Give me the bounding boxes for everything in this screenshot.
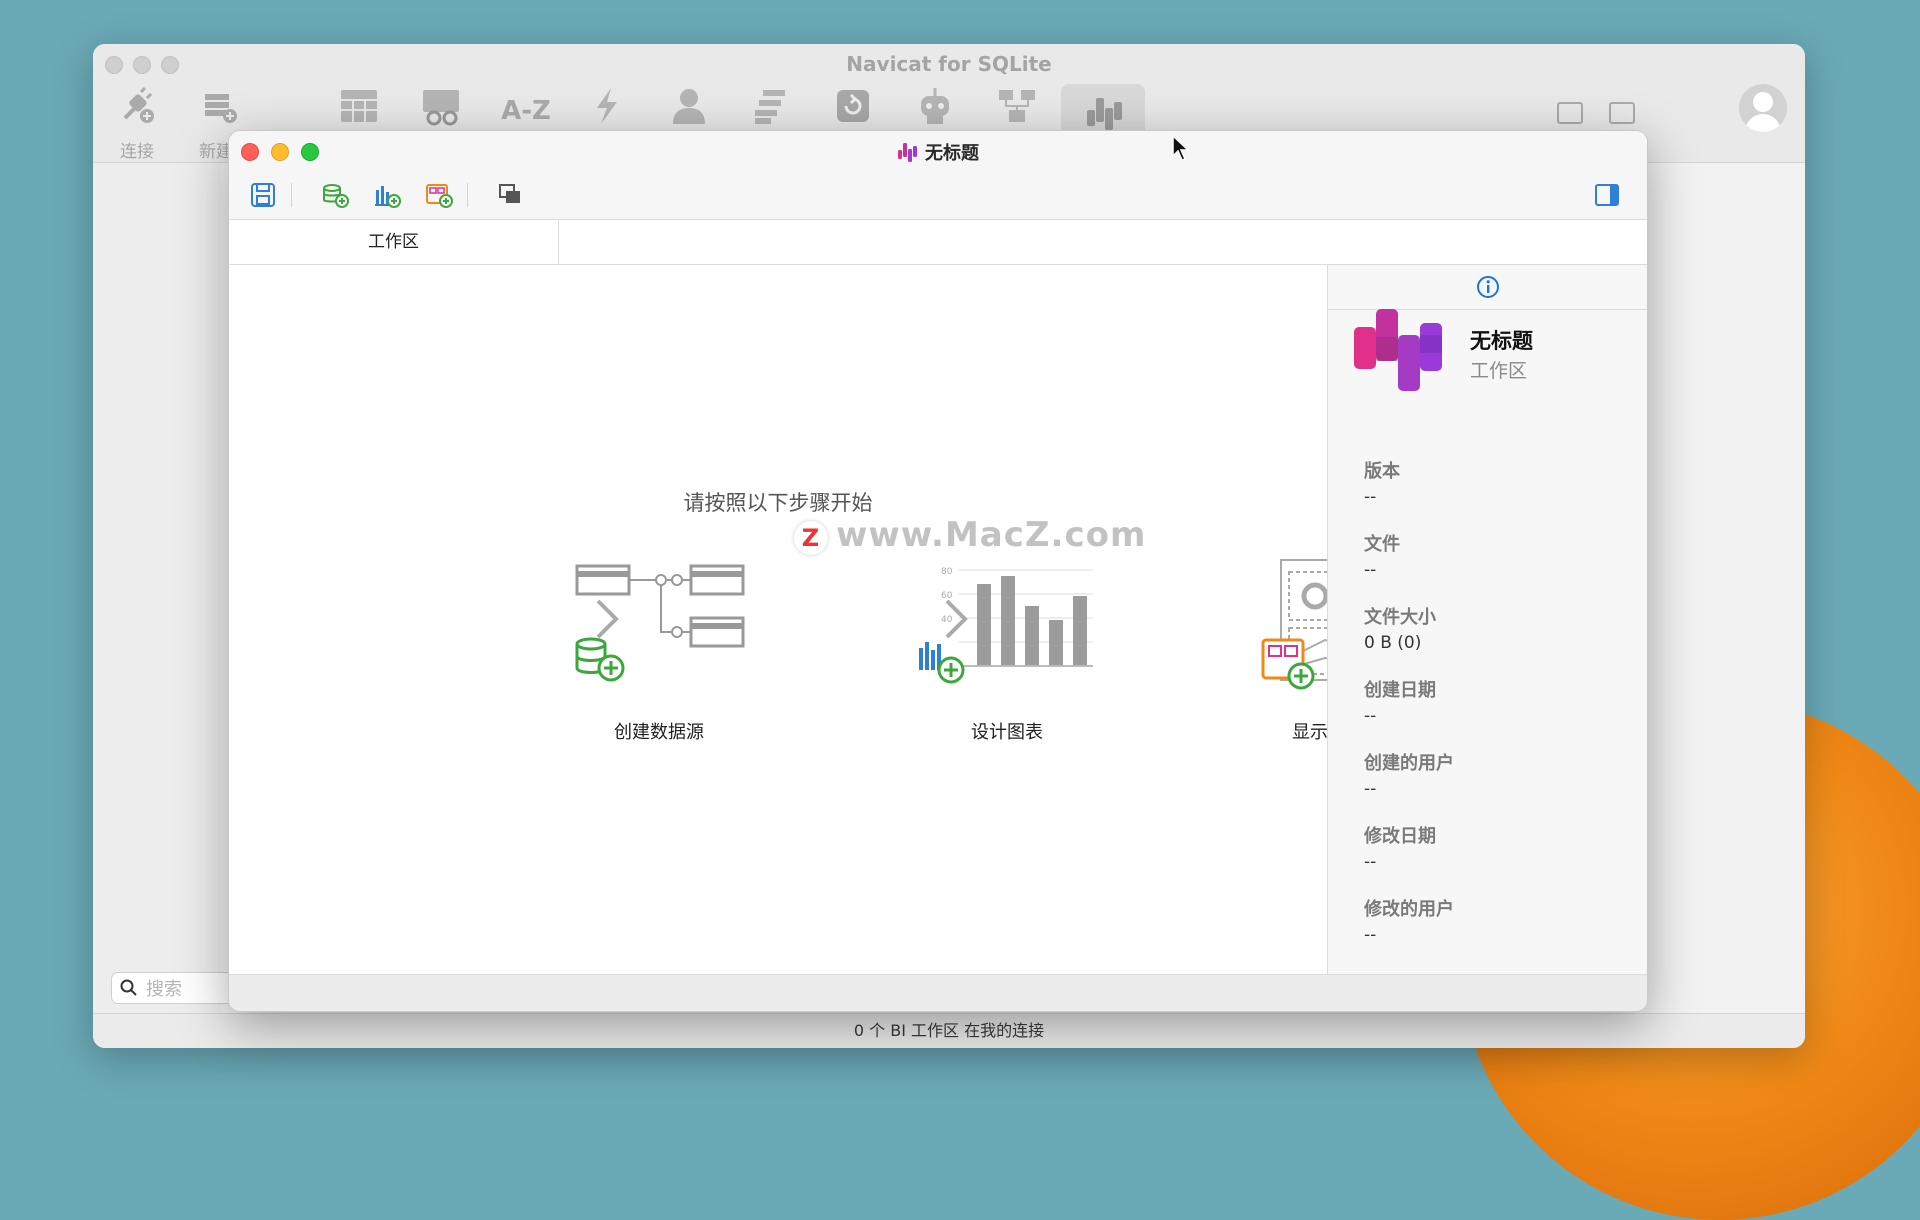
property-row: 创建日期 -- [1364, 676, 1454, 749]
automation-icon [921, 88, 949, 124]
property-value: -- [1364, 560, 1377, 580]
toolbar-connect-label: 连接 [120, 142, 154, 162]
property-value: 0 B (0) [1364, 633, 1422, 653]
add-datasource-icon[interactable] [321, 182, 349, 208]
property-value: -- [1364, 852, 1377, 872]
toggle-left-sidebar-icon[interactable] [1557, 102, 1583, 124]
toolbar-separator [467, 183, 468, 207]
toggle-inspector-icon[interactable] [1593, 182, 1621, 208]
status-bar: 0 个 BI 工作区 在我的连接 [93, 1013, 1805, 1048]
user-icon [673, 89, 705, 124]
toolbar-az[interactable]: A-Z [491, 96, 561, 126]
step-label: 创建数据源 [614, 722, 704, 743]
property-key: 创建的用户 [1364, 753, 1454, 774]
property-key: 创建日期 [1364, 680, 1436, 701]
bi-logo-icon [898, 143, 917, 162]
tab-workspace[interactable]: 工作区 [229, 220, 559, 264]
search-icon [120, 979, 137, 996]
property-key: 修改日期 [1364, 826, 1436, 847]
window-bottom-bar [229, 974, 1647, 1011]
step-design-chart[interactable]: 80 60 40 设计图表 [897, 530, 1117, 744]
inspector-panel: 无标题 工作区 版本 -- 文件 -- 文件大小 0 B (0) 创建日期 -- 创建的… [1327, 265, 1647, 975]
mouse-cursor-icon [1172, 135, 1190, 161]
property-key: 版本 [1364, 461, 1400, 482]
property-key: 文件大小 [1364, 607, 1436, 628]
window-titlebar: 无标题 [229, 131, 1647, 171]
table-icon [341, 90, 377, 122]
info-icon[interactable] [1476, 275, 1500, 299]
duplicate-icon[interactable] [497, 182, 525, 208]
toolbar-separator [291, 183, 292, 207]
property-row: 创建的用户 -- [1364, 749, 1454, 822]
toggle-right-sidebar-icon[interactable] [1609, 102, 1635, 124]
property-row: 文件大小 0 B (0) [1364, 603, 1454, 676]
datasource-illustration [575, 564, 745, 682]
model-icon [999, 90, 1035, 122]
app-title: Navicat for SQLite [846, 52, 1052, 76]
workspace-canvas: 请按照以下步骤开始 Zwww.MacZ.com 创建数据源 80 60 40 设… [229, 265, 1452, 975]
step-create-datasource[interactable]: 创建数据源 [549, 530, 769, 744]
workspace-logo-icon [1354, 309, 1442, 391]
backup-icon [837, 90, 869, 122]
window-toolbar [229, 171, 1647, 220]
property-row: 修改日期 -- [1364, 822, 1454, 895]
property-value: -- [1364, 925, 1377, 945]
properties-list: 版本 -- 文件 -- 文件大小 0 B (0) 创建日期 -- 创建的用户 -- 修改日… [1364, 457, 1454, 968]
bi-workspace-window: 无标题 工作区 请按照以下步骤开始 Zwww.MacZ.com 创建数据源 80… [228, 130, 1648, 1012]
step-label: 设计图表 [971, 722, 1043, 743]
property-value: -- [1364, 706, 1377, 726]
watermark-logo: Z [794, 521, 828, 555]
property-key: 文件 [1364, 534, 1400, 555]
chart-illustration: 80 60 40 [919, 567, 1093, 684]
window-title: 无标题 [229, 139, 1647, 165]
toolbar-connect[interactable]: 连接 [107, 84, 167, 162]
add-dashboard-icon[interactable] [425, 182, 453, 208]
window-title-text: 无标题 [925, 143, 979, 164]
connection-sidebar: 搜索 [93, 163, 301, 1014]
chevron-right-icon [596, 599, 619, 639]
view-icon [423, 90, 459, 126]
search-placeholder: 搜索 [146, 979, 182, 1000]
property-value: -- [1364, 779, 1377, 799]
property-row: 文件 -- [1364, 530, 1454, 603]
property-row: 版本 -- [1364, 457, 1454, 530]
tab-bar: 工作区 [229, 220, 1647, 265]
add-chart-icon[interactable] [373, 182, 401, 208]
new-query-icon [205, 94, 237, 123]
function-icon [597, 88, 617, 124]
property-key: 修改的用户 [1364, 899, 1454, 920]
chevron-right-icon [945, 599, 968, 639]
tick-label: 80 [941, 567, 953, 577]
save-icon[interactable] [249, 182, 277, 208]
avatar[interactable] [1739, 84, 1787, 132]
bi-icon [1087, 98, 1122, 130]
steps-title: 请按照以下步骤开始 [683, 491, 873, 515]
workspace-type: 工作区 [1470, 360, 1528, 382]
query-icon [755, 90, 785, 124]
property-value: -- [1364, 487, 1377, 507]
property-row: 修改的用户 -- [1364, 895, 1454, 968]
plug-icon [123, 86, 154, 123]
workspace-name: 无标题 [1470, 329, 1533, 353]
